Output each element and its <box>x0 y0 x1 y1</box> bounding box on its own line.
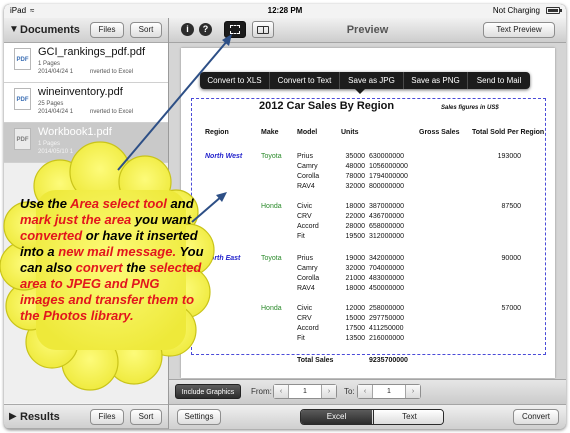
chevron-down-icon[interactable]: ▼ <box>9 24 19 35</box>
document-name: wineinventory.pdf <box>38 86 123 98</box>
save-as-jpg-item[interactable]: Save as JPG <box>340 72 404 89</box>
total-sales-label: Total Sales <box>297 357 334 364</box>
document-status: nverted to Excel <box>90 109 134 115</box>
save-as-png-item[interactable]: Save as PNG <box>404 72 468 89</box>
status-time: 12:28 PM <box>267 6 303 15</box>
increment-icon[interactable]: › <box>321 385 336 398</box>
status-bar: iPad ≈ 12:28 PM Not Charging <box>4 4 566 18</box>
pdf-file-icon: PDF <box>14 128 31 150</box>
document-date: 2014/05/10 1 <box>38 149 74 155</box>
documents-header: ▼ Documents Files Sort <box>4 18 168 43</box>
document-name: Workbook1.pdf <box>38 126 112 138</box>
convert-to-text-item[interactable]: Convert to Text <box>270 72 340 89</box>
area-selection[interactable] <box>191 98 546 355</box>
files-button[interactable]: Files <box>90 22 124 38</box>
charging-status: Not Charging <box>492 6 540 15</box>
results-header: ▶ Results Files Sort <box>4 404 168 429</box>
include-graphics-button[interactable]: Include Graphics <box>175 384 241 399</box>
output-format-segmented-control: Excel Text <box>300 409 444 425</box>
menu-pointer <box>355 89 365 94</box>
chevron-right-icon[interactable]: ▶ <box>9 411 17 422</box>
document-pages: 1 Pages <box>38 141 61 147</box>
document-item-selected[interactable]: PDF Workbook1.pdf 1 Pages 2014/05/10 1 <box>4 123 168 163</box>
from-label: From: <box>251 387 272 396</box>
app-window: iPad ≈ 12:28 PM Not Charging ▼ Documents… <box>4 4 566 429</box>
pdf-file-icon: PDF <box>14 88 31 110</box>
from-page-value: 1 <box>303 388 307 395</box>
documents-list-empty-area <box>4 163 168 403</box>
text-segment[interactable]: Text <box>373 410 443 424</box>
battery-icon <box>546 7 562 14</box>
from-page-stepper[interactable]: ‹ 1 › <box>273 384 337 399</box>
to-page-stepper[interactable]: ‹ 1 › <box>357 384 421 399</box>
document-date: 2014/04/24 1 <box>38 69 74 75</box>
results-title: Results <box>20 411 60 423</box>
document-date: 2014/04/24 1 <box>38 109 74 115</box>
convert-to-xls-item[interactable]: Convert to XLS <box>200 72 270 89</box>
documents-title: Documents <box>20 24 80 36</box>
pdf-file-icon: PDF <box>14 48 31 70</box>
total-sales-value: 9235700000 <box>369 357 408 364</box>
to-label: To: <box>344 387 355 396</box>
document-item[interactable]: PDF GCI_rankings_pdf.pdf 1 Pages 2014/04… <box>4 43 168 83</box>
send-to-mail-item[interactable]: Send to Mail <box>468 72 530 89</box>
document-pages: 1 Pages <box>38 61 61 67</box>
excel-segment[interactable]: Excel <box>301 410 372 424</box>
decrement-icon[interactable]: ‹ <box>274 385 289 398</box>
preview-panel: i ? Preview Text Preview 2012 Car Sales … <box>169 18 566 429</box>
document-status: nverted to Excel <box>90 69 134 75</box>
range-bar: Include Graphics From: ‹ 1 › To: ‹ 1 › <box>169 379 566 404</box>
document-item[interactable]: PDF wineinventory.pdf 25 Pages 2014/04/2… <box>4 83 168 123</box>
convert-button[interactable]: Convert <box>513 409 559 425</box>
context-menu: Convert to XLS Convert to Text Save as J… <box>200 72 530 94</box>
results-sort-button[interactable]: Sort <box>130 409 162 425</box>
sort-button[interactable]: Sort <box>130 22 162 38</box>
to-page-value: 1 <box>387 388 391 395</box>
bottom-toolbar: Settings Excel Text Convert <box>169 404 566 429</box>
results-files-button[interactable]: Files <box>90 409 124 425</box>
document-name: GCI_rankings_pdf.pdf <box>38 46 146 58</box>
increment-icon[interactable]: › <box>405 385 420 398</box>
settings-button[interactable]: Settings <box>177 409 221 425</box>
documents-panel: ▼ Documents Files Sort PDF GCI_rankings_… <box>4 18 169 429</box>
decrement-icon[interactable]: ‹ <box>358 385 373 398</box>
document-pages: 25 Pages <box>38 101 64 107</box>
